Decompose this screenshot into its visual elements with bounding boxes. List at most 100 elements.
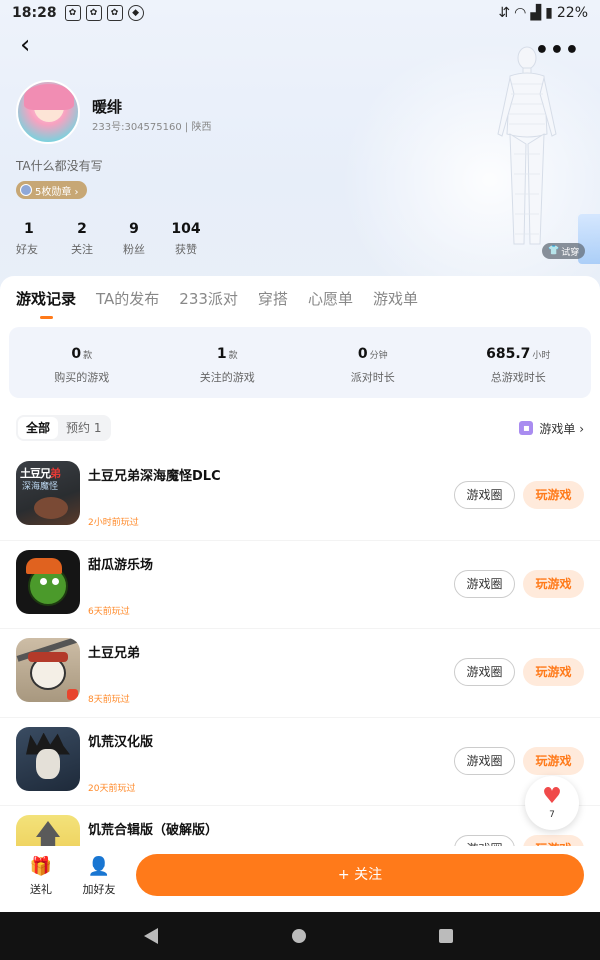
stat-value: 104 [171, 221, 201, 237]
medal-icon [20, 184, 32, 196]
list-item[interactable]: 饥荒汉化版 20天前玩过 游戏圈 玩游戏 [0, 718, 600, 806]
tab-game-record[interactable]: 游戏记录 [16, 288, 76, 319]
game-circle-button[interactable]: 游戏圈 [454, 481, 515, 509]
stat-following[interactable]: 2 关注 [56, 221, 108, 257]
summary-label: 总游戏时长 [490, 371, 546, 384]
last-played: 8天前玩过 [88, 695, 130, 705]
back-icon[interactable]: ‹ [20, 32, 44, 58]
game-icon[interactable]: 土豆兄弟 深海魔怪 [16, 461, 80, 525]
game-icon[interactable] [16, 549, 80, 614]
tab-wishlist[interactable]: 心愿单 [308, 288, 353, 319]
add-friend-label: 加好友 [82, 883, 116, 896]
icon-text: 深海魔怪 [22, 482, 59, 492]
corner-badge [67, 689, 78, 700]
stat-fans[interactable]: 9 粉丝 [108, 221, 160, 257]
summary-purchased[interactable]: 0款 购买的游戏 [9, 327, 155, 398]
summary-total-time[interactable]: 685.7 小时 总游戏时长 [446, 327, 592, 398]
game-title: 饥荒汉化版 [88, 734, 154, 750]
stat-label: 好友 [16, 243, 38, 256]
summary-label: 购买的游戏 [54, 371, 110, 384]
tab-party[interactable]: 233派对 [179, 288, 238, 319]
last-played: 20天前玩过 [88, 783, 136, 794]
filter-row: 全部 预约 1 ▪ 游戏单 › [16, 414, 584, 442]
play-game-button[interactable]: 玩游戏 [523, 569, 584, 598]
filter-segment: 全部 预约 1 [16, 415, 112, 441]
game-list-link[interactable]: ▪ 游戏单 › [519, 420, 584, 437]
gift-button[interactable]: 🎁 送礼 [21, 856, 61, 897]
system-nav-bar [0, 912, 600, 960]
headband-shape [28, 652, 68, 662]
eye-shape [52, 577, 59, 585]
avatar[interactable] [16, 80, 80, 144]
stat-value: 2 [77, 221, 87, 237]
add-friend-button[interactable]: 👤 加好友 [79, 856, 119, 897]
profile-stats: 1 好友 2 关注 9 粉丝 104 获赞 [16, 221, 212, 257]
summary-value: 0 [357, 346, 368, 362]
game-icon[interactable] [16, 638, 80, 702]
gift-icon: 🎁 [29, 856, 53, 877]
summary-unit: 分钟 [369, 351, 388, 361]
game-title: 饥荒合辑版（破解版） [88, 823, 219, 838]
summary-party-time[interactable]: 0 分钟 派对时长 [300, 327, 446, 398]
game-circle-button[interactable]: 游戏圈 [454, 746, 515, 775]
list-item[interactable]: 甜瓜游乐场 6天前玩过 游戏圈 玩游戏 [0, 541, 600, 629]
filter-reserved[interactable]: 预约 1 [58, 417, 109, 439]
stat-likes[interactable]: 104 获赞 [160, 221, 212, 257]
tab-game-lists[interactable]: 游戏单 [373, 288, 418, 319]
stat-friends[interactable]: 1 好友 [16, 221, 56, 257]
game-title: 土豆兄弟深海魔怪DLC [88, 469, 221, 484]
summary-unit: 款 [83, 351, 93, 361]
username: 暖绯 [92, 98, 123, 116]
summary-unit: 款 [228, 351, 238, 361]
game-icon[interactable] [16, 726, 80, 791]
try-on-label: 试穿 [561, 247, 580, 258]
monster-shape [34, 497, 68, 519]
tab-outfits[interactable]: 穿搭 [258, 288, 288, 319]
user-meta: 233号:304575160 | 陕西 [92, 122, 212, 133]
status-right: ⇵ ◠ ▟ ▮ 22% [498, 5, 588, 21]
hat-shape [26, 557, 62, 574]
gift-label: 送礼 [30, 883, 52, 896]
play-game-button[interactable]: 玩游戏 [523, 481, 584, 509]
status-time: 18:28 [12, 5, 57, 21]
stat-label: 粉丝 [123, 243, 145, 256]
summary-unit: 小时 [532, 351, 551, 361]
tab-posts[interactable]: TA的发布 [96, 288, 159, 319]
like-count: 7 [549, 810, 555, 820]
stat-value: 1 [24, 221, 34, 237]
follow-button[interactable]: + 关注 [136, 854, 584, 896]
bottom-action-bar: 🎁 送礼 👤 加好友 + 关注 [0, 846, 600, 912]
paw-icon: ✿ [85, 5, 102, 21]
summary-value: 0 [71, 346, 82, 362]
filter-all[interactable]: 全部 [18, 417, 59, 439]
medals-badge[interactable]: 5枚勋章 › [16, 181, 87, 199]
list-item[interactable]: 土豆兄弟 深海魔怪 土豆兄弟深海魔怪DLC 2小时前玩过 游戏圈 玩游戏 [0, 452, 600, 541]
more-options-icon[interactable]: ••• [535, 38, 580, 63]
shirt-icon: 👕 [548, 246, 560, 256]
game-circle-button[interactable]: 游戏圈 [454, 569, 515, 598]
soccer-icon: ◆ [127, 5, 144, 21]
profile-tabs: 游戏记录 TA的发布 233派对 穿搭 心愿单 游戏单 [16, 288, 418, 319]
play-game-button[interactable]: 玩游戏 [523, 746, 584, 775]
try-on-button[interactable]: 👕 试穿 [542, 243, 586, 259]
nav-home-icon[interactable] [292, 929, 306, 943]
list-item[interactable]: 土豆兄弟 8天前玩过 游戏圈 玩游戏 [0, 629, 600, 718]
eye-shape [40, 577, 47, 585]
stat-label: 获赞 [175, 243, 197, 256]
like-floating-button[interactable]: ♥ 7 [525, 776, 579, 830]
summary-value: 1 [216, 346, 227, 362]
summary-followed[interactable]: 1款 关注的游戏 [155, 327, 301, 398]
user-bio: TA什么都没有写 [16, 159, 103, 173]
add-user-icon: 👤 [87, 856, 111, 877]
game-title: 甜瓜游乐场 [88, 557, 154, 573]
nav-recent-icon[interactable] [439, 929, 453, 943]
nav-back-icon[interactable] [144, 928, 158, 944]
avatar-3d-figure[interactable] [492, 44, 562, 249]
summary-label: 关注的游戏 [199, 371, 255, 384]
last-played: 6天前玩过 [88, 606, 130, 617]
play-game-button[interactable]: 玩游戏 [523, 658, 584, 686]
game-circle-button[interactable]: 游戏圈 [454, 658, 515, 686]
game-title: 土豆兄弟 [88, 646, 141, 661]
wifi-icon: ◠ [514, 5, 527, 21]
vibrate-icon: ⇵ [498, 5, 511, 21]
